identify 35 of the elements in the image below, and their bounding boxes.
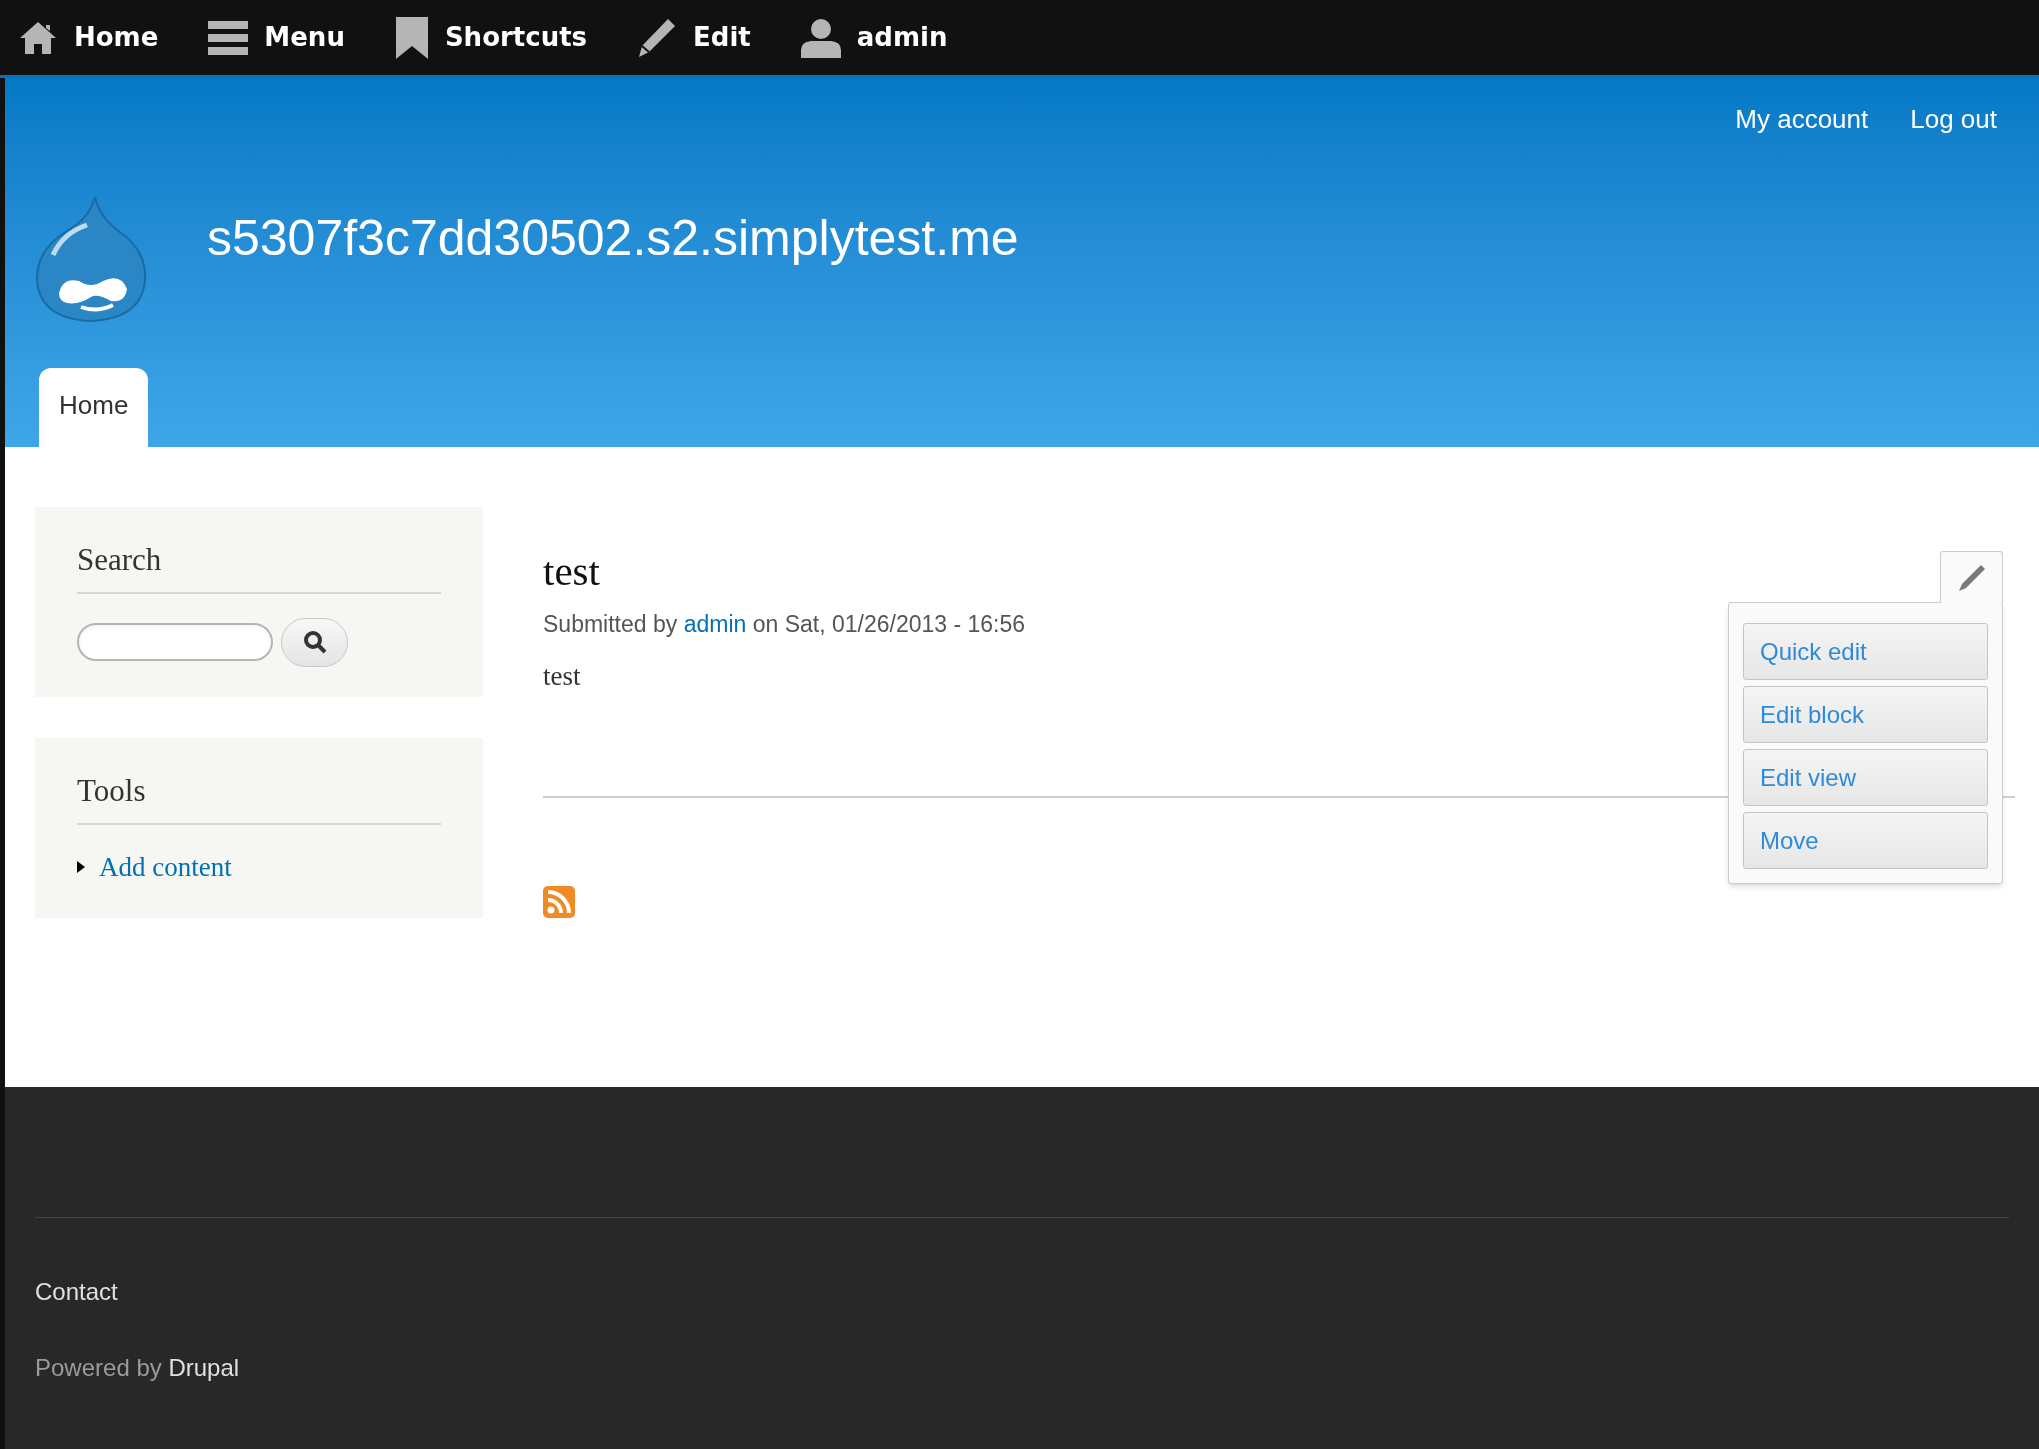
site-name[interactable]: s5307f3c7dd30502.s2.simplytest.me [207,200,1019,276]
footer-link[interactable]: Contact [35,1274,2009,1310]
account-link[interactable]: My account [1735,100,1869,139]
drupal-link[interactable]: Drupal [168,1354,240,1381]
node-body: test [543,659,581,693]
search-button[interactable] [281,617,348,667]
toolbar-item[interactable]: Edit [637,16,751,59]
nav-tab[interactable]: Home [39,368,149,447]
account-link[interactable]: Log out [1910,100,1997,139]
menu-icon [208,18,249,57]
node-title: test [543,547,600,595]
toolbar-item[interactable]: Shortcuts [394,15,588,60]
pencil-icon [637,16,678,59]
rss-feed-icon[interactable] [543,886,575,918]
bookmark-icon [394,15,429,60]
search-field[interactable] [77,623,273,661]
toolbar-item[interactable]: Menu [208,18,345,57]
submitted-info: Submitted by admin on Sat, 01/26/2013 - 16:56 [543,610,1026,639]
powered-by-text: Powered by Drupal [35,1353,241,1383]
user-icon [800,17,841,58]
contextual-edit-button[interactable] [1940,551,2003,603]
pencil-icon [1956,562,1987,593]
contextual-menu-item[interactable]: Move [1743,812,1988,869]
sidebar-link[interactable]: Add content [99,846,232,887]
contextual-menu-item[interactable]: Quick edit [1743,623,1988,680]
author-link[interactable]: admin [683,611,747,637]
home-icon [18,19,58,56]
contextual-menu-item[interactable]: Edit block [1743,686,1988,743]
block-title: Tools [77,768,441,825]
bullet-icon [77,860,85,873]
block-title: Search [77,537,441,594]
toolbar-item[interactable]: admin [800,17,948,58]
contextual-menu-item[interactable]: Edit view [1743,749,1988,806]
search-icon [301,629,328,655]
toolbar-item[interactable]: Home [18,18,159,57]
